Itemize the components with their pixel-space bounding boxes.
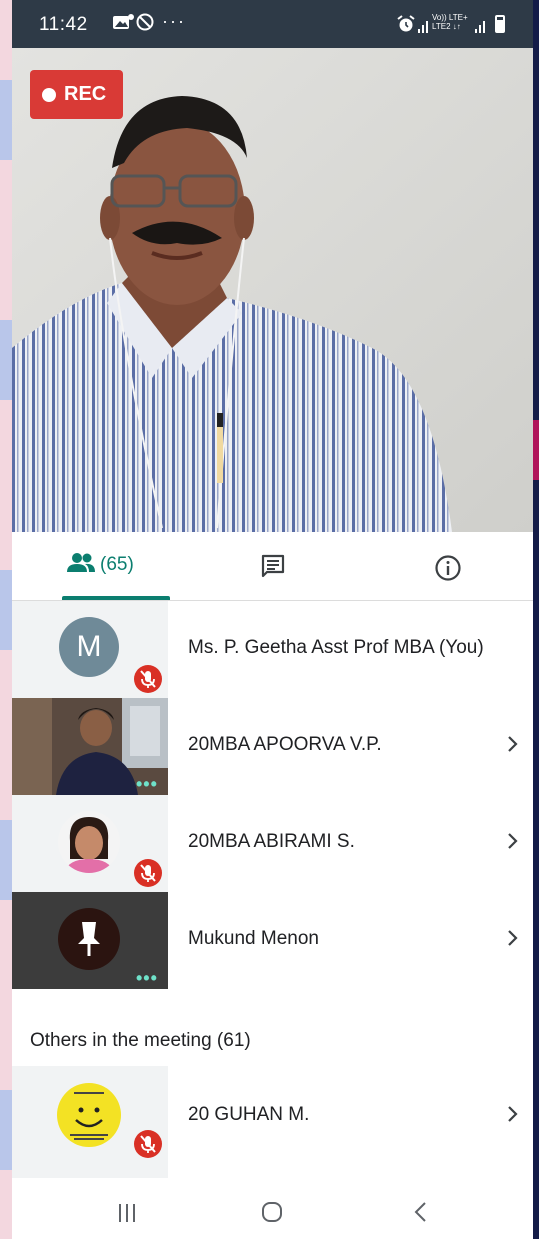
chevron-right-icon bbox=[508, 1106, 518, 1122]
record-dot-icon bbox=[42, 88, 56, 102]
participant-row[interactable]: ••• Mukund Menon bbox=[12, 892, 533, 989]
avatar: M bbox=[59, 617, 119, 677]
chevron-right-icon bbox=[508, 930, 518, 946]
speaking-indicator-icon: ••• bbox=[136, 968, 158, 988]
network-label-top: Vo)) LTE+ bbox=[432, 13, 468, 22]
participant-row[interactable]: 20MBA ABIRAMI S. bbox=[12, 795, 533, 892]
avatar-letter: M bbox=[76, 630, 102, 663]
background-left-strip bbox=[0, 0, 12, 1239]
others-section-heading: Others in the meeting (61) bbox=[30, 1030, 251, 1051]
speaking-indicator-icon: ••• bbox=[136, 774, 158, 794]
signal-strength-2-icon bbox=[475, 21, 485, 33]
participant-name: Ms. P. Geetha Asst Prof MBA (You) bbox=[188, 637, 484, 658]
photo-icon bbox=[112, 13, 134, 36]
participant-name: 20MBA APOORVA V.P. bbox=[188, 734, 382, 755]
rec-label: REC bbox=[64, 83, 107, 105]
network-label-bottom: LTE2 ↓↑ bbox=[432, 22, 461, 31]
status-bar: 11:42 ··· Vo)) LTE+ LTE2 ↓↑ bbox=[12, 0, 533, 48]
do-not-disturb-icon bbox=[136, 13, 154, 36]
mic-muted-icon bbox=[134, 1130, 162, 1158]
mic-muted-icon bbox=[134, 665, 162, 693]
more-notifications-indicator: ··· bbox=[162, 11, 186, 31]
participant-name: 20 GUHAN M. bbox=[188, 1104, 310, 1125]
avatar bbox=[58, 908, 120, 970]
home-icon[interactable] bbox=[260, 1200, 284, 1224]
avatar bbox=[57, 1083, 121, 1147]
participant-name: 20MBA ABIRAMI S. bbox=[188, 831, 355, 852]
participant-video-thumbnail: ••• bbox=[12, 698, 168, 795]
chevron-right-icon bbox=[508, 736, 518, 752]
tab-people[interactable]: (65) bbox=[48, 532, 170, 600]
recent-apps-icon[interactable] bbox=[116, 1202, 138, 1224]
signal-strength-1-icon bbox=[418, 21, 428, 33]
mic-muted-icon bbox=[134, 859, 162, 887]
participant-row[interactable]: ••• 20MBA APOORVA V.P. bbox=[12, 698, 533, 795]
speaker-video-image bbox=[12, 48, 533, 532]
info-icon bbox=[435, 555, 461, 581]
participant-row[interactable]: M Ms. P. Geetha Asst Prof MBA (You) bbox=[12, 601, 533, 698]
clock: 11:42 bbox=[39, 14, 88, 35]
participant-thumbnail bbox=[12, 795, 168, 892]
tab-chat[interactable] bbox=[254, 532, 294, 600]
participant-thumbnail: M bbox=[12, 601, 168, 698]
tab-info[interactable] bbox=[430, 532, 470, 600]
participant-count: (65) bbox=[100, 554, 134, 575]
system-navigation-bar bbox=[12, 1178, 533, 1239]
network-type-label: Vo)) LTE+ LTE2 ↓↑ bbox=[432, 13, 468, 31]
battery-icon bbox=[495, 15, 505, 33]
participant-thumbnail: ••• bbox=[12, 892, 168, 989]
recording-indicator: REC bbox=[30, 70, 123, 119]
participant-name: Mukund Menon bbox=[188, 928, 319, 949]
participant-thumbnail bbox=[12, 1066, 168, 1178]
active-tab-indicator bbox=[62, 596, 170, 600]
phone-screen: 11:42 ··· Vo)) LTE+ LTE2 ↓↑ REC (65) M M… bbox=[12, 0, 533, 1239]
chat-icon bbox=[261, 554, 285, 578]
chevron-right-icon bbox=[508, 833, 518, 849]
people-icon bbox=[67, 553, 95, 572]
participant-row[interactable]: 20 GUHAN M. bbox=[12, 1066, 533, 1178]
avatar bbox=[58, 811, 120, 873]
meeting-tabs: (65) bbox=[12, 532, 533, 601]
back-icon[interactable] bbox=[410, 1200, 432, 1224]
speaker-video[interactable]: REC bbox=[12, 48, 533, 532]
alarm-icon bbox=[396, 14, 416, 39]
